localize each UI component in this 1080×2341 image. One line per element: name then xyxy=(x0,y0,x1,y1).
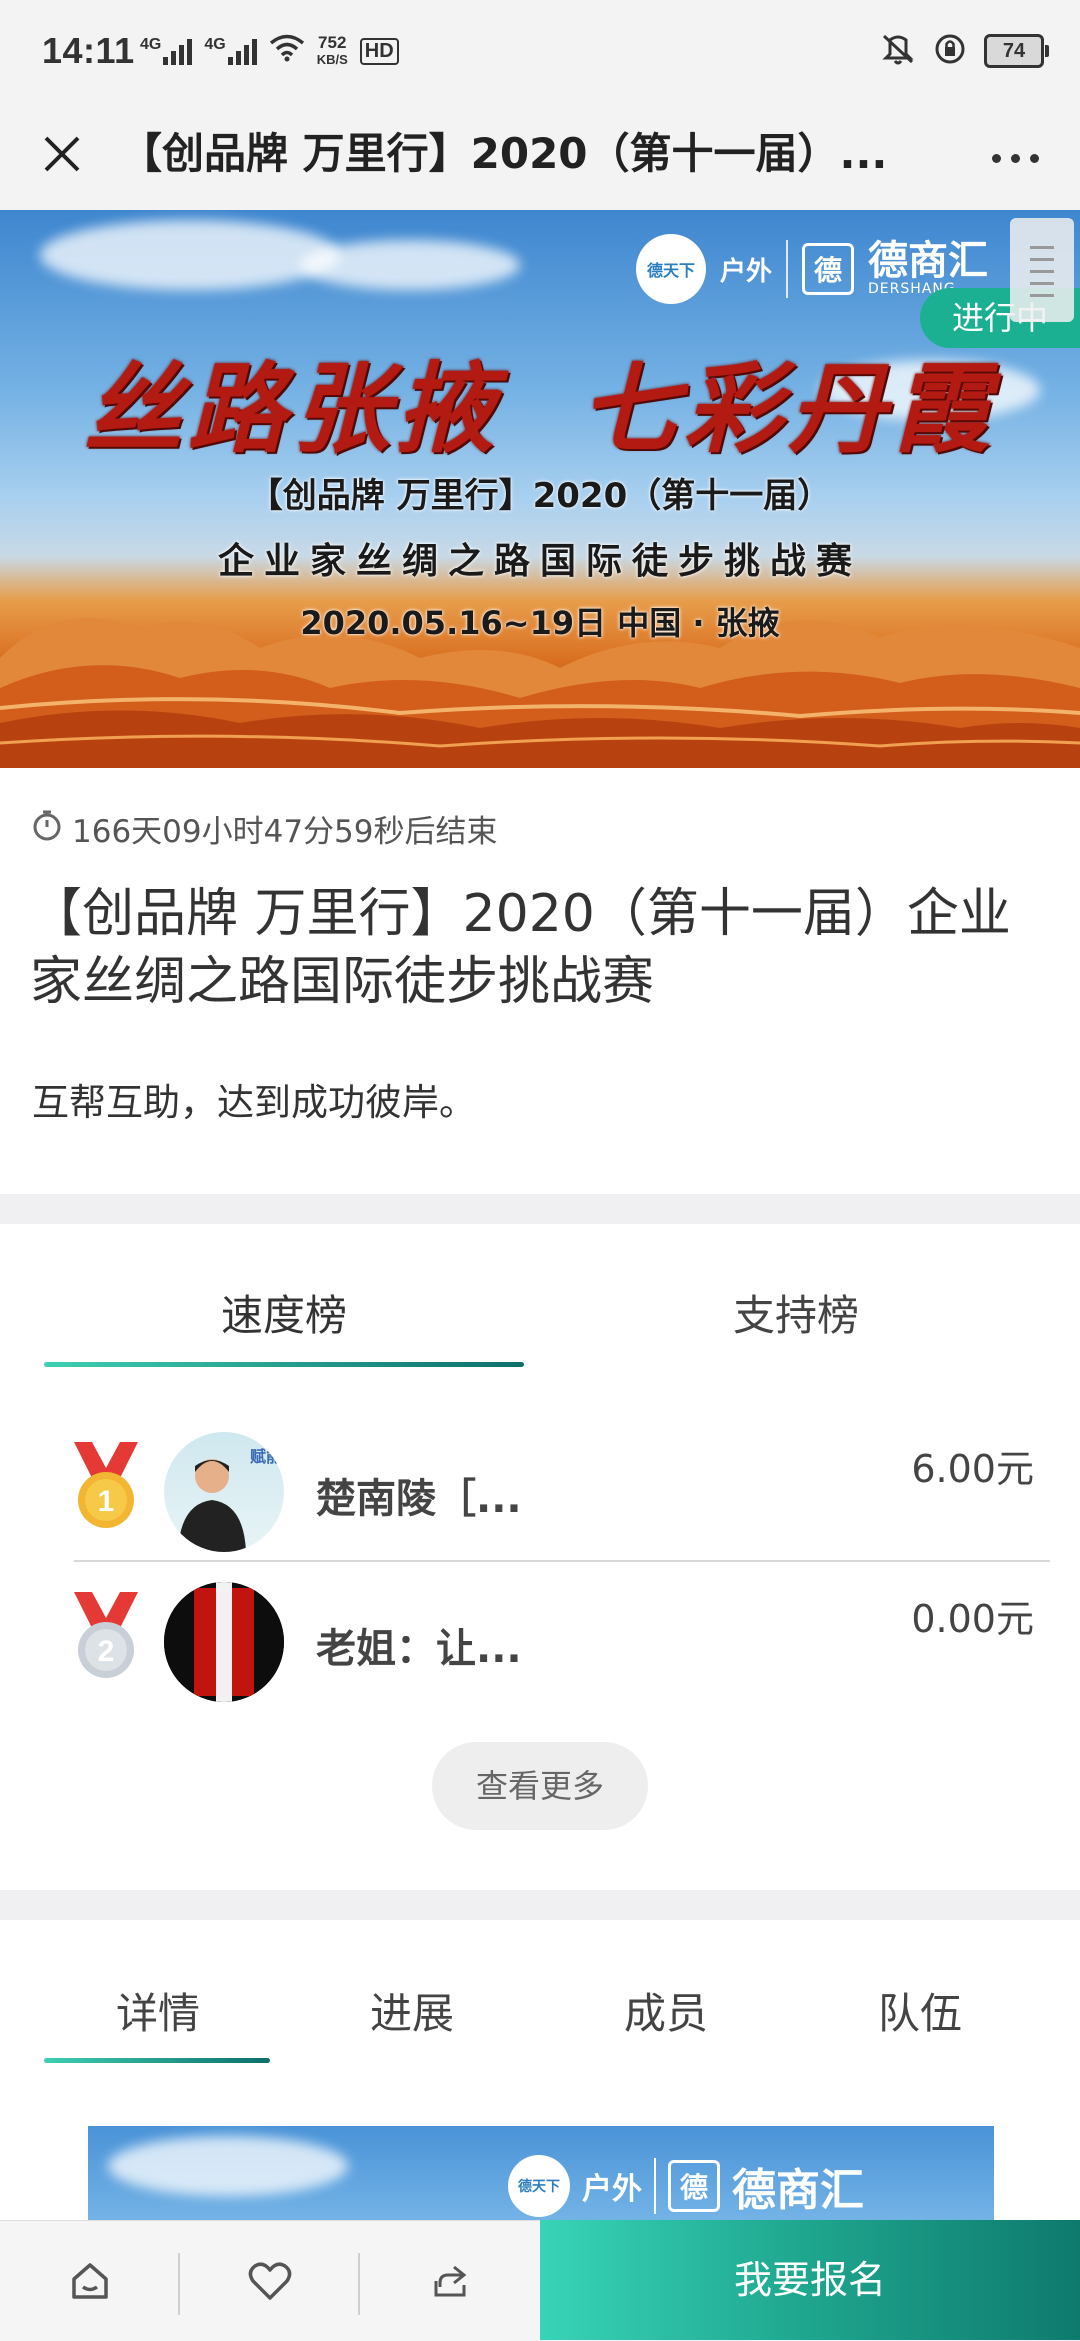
svg-text:赋能: 赋能 xyxy=(250,1447,282,1466)
ranking-row[interactable]: 2 老姐：让... 0.00元 xyxy=(70,1570,1050,1720)
event-slogan: 互帮互助，达到成功彼岸。 xyxy=(32,1081,476,1124)
signal-icon-1: 4G xyxy=(140,37,193,65)
status-right-icons: 74 xyxy=(880,32,1049,70)
tab-teams[interactable]: 队伍 xyxy=(820,1980,1020,2041)
banner-subtitle: 【创品牌 万里行】2020（第十一届） xyxy=(248,476,832,516)
detail-tab-indicator xyxy=(44,2058,270,2063)
close-icon[interactable] xyxy=(32,124,92,184)
brand-name: 德商汇 xyxy=(868,238,988,284)
ranking-amount: 0.00元 xyxy=(911,1597,1034,1641)
scroll-handle[interactable] xyxy=(1010,218,1074,322)
view-more-button[interactable]: 查看更多 xyxy=(432,1742,648,1830)
rotation-lock-icon xyxy=(934,33,966,69)
preview-seal-logo: 德天下 xyxy=(508,2155,570,2217)
home-icon[interactable] xyxy=(0,2221,180,2341)
network-speed: 752 KB/S xyxy=(316,33,348,67)
tab-support-ranking[interactable]: 支持榜 xyxy=(556,1282,1036,1343)
timer-icon xyxy=(32,809,62,849)
ranking-amount: 6.00元 xyxy=(911,1447,1034,1491)
wifi-icon xyxy=(269,34,305,68)
preview-logo-mark: 德 xyxy=(668,2160,720,2212)
brand-outdoor-text: 户外 xyxy=(719,256,772,287)
brand-logo-mark: 德 xyxy=(802,243,854,295)
ranking-tab-indicator xyxy=(44,1362,524,1367)
banner-slogan: 丝路张掖 七彩丹霞 xyxy=(83,352,997,467)
status-left-icons: 4G 4G 752 KB/S HD xyxy=(140,34,399,68)
ranking-name: 老姐：让... xyxy=(316,1626,522,1672)
avatar[interactable]: 赋能 xyxy=(164,1432,284,1552)
status-time: 14:11 xyxy=(42,30,135,71)
section-divider xyxy=(0,1194,1080,1224)
signal-icon-2: 4G xyxy=(204,37,257,65)
signup-button[interactable]: 我要报名 xyxy=(540,2220,1080,2340)
battery-icon: 74 xyxy=(984,34,1049,68)
tab-progress[interactable]: 进展 xyxy=(312,1980,512,2041)
ranking-name: 楚南陵［... xyxy=(316,1476,522,1522)
more-icon[interactable] xyxy=(980,128,1050,188)
heart-icon[interactable] xyxy=(180,2221,360,2341)
countdown-text: 166天09小时47分59秒后结束 xyxy=(72,814,498,850)
brand-seal-logo: 德天下 xyxy=(635,234,706,304)
hd-icon: HD xyxy=(359,37,399,65)
banner-date-location: 2020.05.16~19日 中国 · 张掖 xyxy=(300,604,780,642)
share-icon[interactable] xyxy=(360,2221,540,2341)
ranking-row[interactable]: 1 赋能 楚南陵［... 6.00元 xyxy=(70,1420,1050,1570)
preview-brand-name: 德商汇 xyxy=(732,2165,864,2216)
event-title: 【创品牌 万里行】2020（第十一届）企业家丝绸之路国际徒步挑战赛 xyxy=(30,884,1011,1012)
silver-medal-icon: 2 xyxy=(70,1588,142,1684)
tab-members[interactable]: 成员 xyxy=(566,1980,766,2041)
event-banner: 德天下 户外 德 德商汇 DERSHANG 丝路张掖 七彩丹霞 【创品牌 万里行… xyxy=(0,210,1080,768)
svg-text:2: 2 xyxy=(98,1635,115,1668)
row-divider xyxy=(74,1560,1050,1562)
tab-details[interactable]: 详情 xyxy=(58,1980,258,2041)
gold-medal-icon: 1 xyxy=(70,1438,142,1534)
page-title: 【创品牌 万里行】2020（第十一届）... xyxy=(120,129,888,178)
avatar[interactable] xyxy=(164,1582,284,1702)
countdown: 166天09小时47分59秒后结束 xyxy=(32,806,498,851)
preview-outdoor-text: 户外 xyxy=(582,2172,642,2207)
nav-bar: 【创品牌 万里行】2020（第十一届）... xyxy=(0,100,1080,210)
svg-text:1: 1 xyxy=(98,1485,115,1518)
tab-speed-ranking[interactable]: 速度榜 xyxy=(44,1282,524,1343)
status-bar: 14:11 4G 4G 752 KB/S HD 74 xyxy=(0,0,1080,100)
vibrate-icon xyxy=(880,32,916,70)
banner-event-name: 企业家丝绸之路国际徒步挑战赛 xyxy=(217,541,862,582)
section-divider xyxy=(0,1890,1080,1920)
